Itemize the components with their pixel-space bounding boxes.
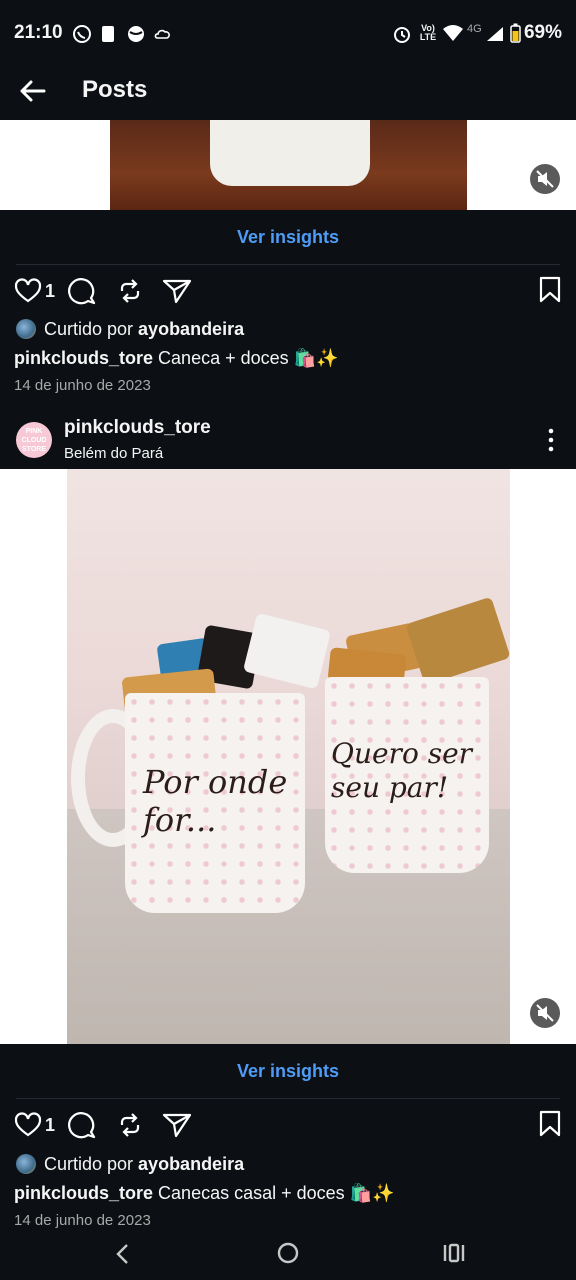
alarm-icon — [394, 27, 410, 43]
mug-shape — [210, 120, 370, 186]
caption-username[interactable]: pinkclouds_tore — [14, 348, 153, 368]
share-icon[interactable] — [162, 278, 192, 304]
like-count[interactable]: 1 — [45, 1115, 55, 1136]
liked-by-prefix: Curtido por — [44, 319, 139, 339]
whatsapp-icon — [73, 25, 91, 43]
comment-icon[interactable] — [68, 1111, 96, 1139]
repost-icon[interactable] — [116, 278, 144, 304]
share-icon[interactable] — [162, 1112, 192, 1138]
liked-by-user[interactable]: ayobandeira — [138, 1154, 244, 1174]
avatar-text: PINK CLOUD STORE — [21, 427, 47, 453]
caption-username[interactable]: pinkclouds_tore — [14, 1183, 153, 1203]
mug-text-right: Quero ser seu par! — [331, 737, 473, 804]
liked-by-line[interactable]: Curtido por ayobandeira — [16, 1154, 244, 1175]
cloud-icon — [154, 29, 170, 39]
nav-home-icon[interactable] — [276, 1241, 300, 1265]
post-location[interactable]: Belém do Pará — [64, 445, 163, 462]
post-media[interactable] — [0, 120, 576, 210]
status-time: 21:10 — [14, 22, 63, 43]
page-title: Posts — [82, 76, 148, 103]
wifi-icon — [443, 25, 463, 41]
mute-icon[interactable] — [530, 164, 560, 194]
bookmark-icon[interactable] — [538, 1110, 562, 1138]
mug-text-left: Por onde for... — [143, 763, 288, 839]
heart-icon[interactable] — [14, 278, 42, 304]
candy — [242, 612, 332, 690]
mug-right: Quero ser seu par! — [325, 677, 489, 873]
system-navigation-bar — [0, 1228, 576, 1280]
volte-indicator: Vo) LTE — [419, 23, 437, 42]
post-image[interactable]: Por onde for... Quero ser seu par! — [67, 469, 510, 1044]
heart-icon[interactable] — [14, 1112, 42, 1138]
post-caption: pinkclouds_tore Caneca + doces 🛍️✨ — [14, 348, 338, 369]
post-date: 14 de junho de 2023 — [14, 377, 151, 394]
liked-by-user[interactable]: ayobandeira — [138, 319, 244, 339]
mute-icon[interactable] — [530, 998, 560, 1028]
network-type: 4G — [467, 23, 482, 35]
status-bar: 21:10 Vo) LTE 4G 69% — [0, 0, 576, 66]
nav-back-icon[interactable] — [112, 1242, 134, 1266]
caption-text: Caneca + doces 🛍️✨ — [158, 348, 339, 368]
view-insights-link[interactable]: Ver insights — [0, 210, 576, 264]
caption-text: Canecas casal + doces 🛍️✨ — [158, 1183, 395, 1203]
globe-icon — [128, 26, 144, 42]
post-actions: 1 — [0, 272, 576, 312]
liked-by-prefix: Curtido por — [44, 1154, 139, 1174]
divider — [16, 264, 560, 265]
file-icon — [102, 26, 114, 42]
post-header: PINK CLOUD STORE pinkclouds_tore Belém d… — [0, 405, 576, 469]
divider — [16, 1098, 560, 1099]
signal-icon — [487, 27, 503, 41]
back-arrow-icon[interactable] — [16, 74, 50, 108]
liker-avatar — [16, 1154, 36, 1174]
post-image[interactable] — [110, 120, 467, 210]
like-count[interactable]: 1 — [45, 281, 55, 302]
liker-avatar — [16, 319, 36, 339]
battery-icon — [510, 23, 521, 43]
liked-by-line[interactable]: Curtido por ayobandeira — [16, 319, 244, 340]
mug-left: Por onde for... — [125, 693, 305, 913]
post-caption: pinkclouds_tore Canecas casal + doces 🛍️… — [14, 1183, 394, 1204]
candy — [405, 596, 510, 686]
view-insights-link[interactable]: Ver insights — [0, 1044, 576, 1098]
bookmark-icon[interactable] — [538, 276, 562, 304]
post-date: 14 de junho de 2023 — [14, 1212, 151, 1229]
post-username[interactable]: pinkclouds_tore — [64, 417, 211, 439]
profile-avatar[interactable]: PINK CLOUD STORE — [16, 422, 52, 458]
post-actions: 1 — [0, 1106, 576, 1146]
more-options-icon[interactable] — [540, 425, 562, 455]
post-media[interactable]: Por onde for... Quero ser seu par! — [0, 469, 576, 1044]
nav-recents-icon[interactable] — [442, 1242, 466, 1264]
top-app-bar: Posts — [0, 66, 576, 120]
comment-icon[interactable] — [68, 277, 96, 305]
battery-percentage: 69% — [523, 22, 562, 43]
repost-icon[interactable] — [116, 1112, 144, 1138]
